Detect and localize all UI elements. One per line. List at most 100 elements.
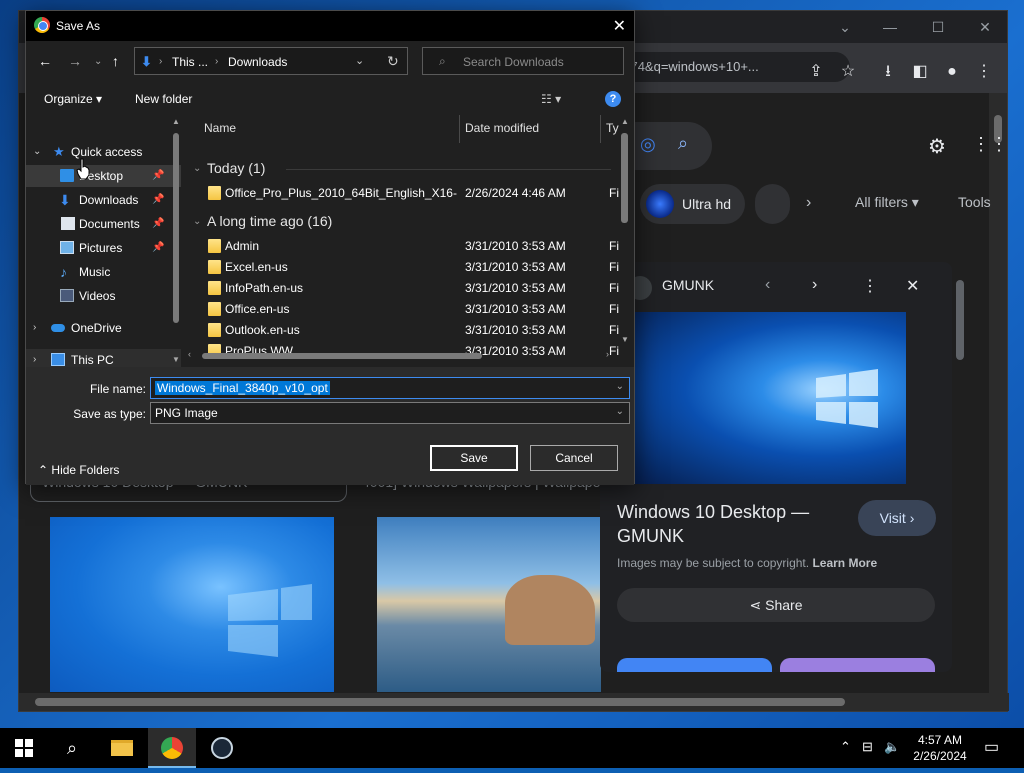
notifications-icon[interactable]: ▭ (984, 737, 999, 757)
close-panel-icon[interactable]: ✕ (906, 276, 919, 296)
ultra-hd-chip[interactable]: Ultra hd (640, 184, 745, 224)
close-window-button[interactable]: ✕ (974, 17, 996, 37)
tab-search-icon[interactable]: ⌄ (834, 17, 856, 37)
chrome-taskbar-button[interactable] (148, 728, 196, 768)
visit-button[interactable]: Visit › (858, 500, 936, 536)
next-image-icon[interactable]: › (812, 276, 817, 294)
nav-desktop[interactable]: Desktop 📌 (26, 165, 181, 187)
back-arrow-icon[interactable]: ← (38, 53, 52, 69)
scroll-down-icon[interactable]: ▼ (621, 335, 629, 344)
dialog-close-icon[interactable]: ✕ (613, 16, 626, 36)
file-row[interactable]: Office_Pro_Plus_2010_64Bit_English_X16-.… (204, 183, 624, 204)
column-separator[interactable] (600, 115, 601, 143)
help-icon[interactable]: ? (605, 91, 621, 107)
hide-folders-button[interactable]: ⌃ Hide Folders (38, 463, 119, 477)
save-as-type-select[interactable]: PNG Image ⌄ (150, 402, 630, 424)
share-icon[interactable]: ⇪ (804, 60, 828, 84)
related-thumb-1[interactable] (617, 658, 772, 672)
panel-scrollbar[interactable] (952, 262, 968, 672)
share-button[interactable]: ⋖ Share (617, 588, 935, 622)
nav-pane-scrollbar[interactable]: ▲ ▼ (169, 115, 183, 367)
breadcrumb-downloads[interactable]: Downloads (228, 55, 287, 69)
search-icon[interactable]: ⌕ (678, 133, 688, 154)
minimize-button[interactable]: — (879, 17, 901, 37)
file-list-horizontal-scrollbar[interactable]: ‹ › (186, 349, 618, 363)
group-long-ago[interactable]: ⌄ A long time ago (16) (193, 213, 332, 229)
view-options-icon[interactable]: ☷ ▾ (541, 92, 561, 106)
scroll-up-icon[interactable]: ▲ (172, 117, 180, 126)
page-vertical-scrollbar[interactable] (989, 93, 1007, 695)
column-type[interactable]: Ty (606, 121, 619, 135)
column-separator[interactable] (459, 115, 460, 143)
result-image-1[interactable] (50, 517, 334, 692)
preview-image[interactable] (628, 312, 906, 484)
file-row[interactable]: InfoPath.en-us 3/31/2010 3:53 AM Fi (204, 278, 624, 299)
network-icon[interactable]: ⊟ (862, 739, 873, 755)
forward-arrow-icon[interactable]: → (68, 53, 82, 69)
scrollbar-thumb[interactable] (202, 353, 482, 359)
scroll-down-icon[interactable]: ▼ (172, 355, 180, 364)
all-filters-button[interactable]: All filters ▾ (855, 194, 919, 211)
file-explorer-button[interactable] (98, 728, 146, 768)
nav-onedrive[interactable]: › OneDrive (26, 317, 181, 339)
file-row[interactable]: Office.en-us 3/31/2010 3:53 AM Fi (204, 299, 624, 320)
organize-button[interactable]: Organize ▾ (44, 92, 102, 106)
file-list-vertical-scrollbar[interactable]: ▲ ▼ (618, 115, 632, 347)
settings-gear-icon[interactable]: ⚙ (928, 134, 946, 159)
address-dropdown-icon[interactable]: ⌄ (355, 54, 364, 67)
bookmark-star-icon[interactable]: ☆ (836, 60, 860, 84)
menu-icon[interactable]: ⋮ (972, 60, 996, 84)
expand-chevron-icon[interactable]: › (33, 317, 36, 339)
file-row[interactable]: Outlook.en-us 3/31/2010 3:53 AM Fi (204, 320, 624, 341)
apps-grid-icon[interactable]: ⋮⋮ (972, 134, 1008, 155)
more-options-icon[interactable]: ⋮ (862, 276, 878, 296)
start-button[interactable] (0, 728, 48, 768)
save-button[interactable]: Save (430, 445, 518, 471)
column-name[interactable]: Name (204, 121, 236, 135)
related-thumb-2[interactable] (780, 658, 935, 672)
downloads-icon[interactable]: ⭳ (876, 60, 900, 84)
save-as-type-dropdown-icon[interactable]: ⌄ (616, 406, 624, 417)
breadcrumb-this-pc[interactable]: This ... (172, 55, 208, 69)
nav-music[interactable]: ♪ Music (26, 261, 181, 283)
nav-downloads[interactable]: ⬇ Downloads 📌 (26, 189, 181, 211)
preview-title[interactable]: Windows 10 Desktop — GMUNK (617, 500, 837, 548)
nav-documents[interactable]: Documents 📌 (26, 213, 181, 235)
chip-thumbnail-2[interactable] (755, 184, 790, 224)
result-image-2[interactable] (377, 517, 601, 692)
steam-taskbar-button[interactable] (198, 728, 246, 768)
chips-next-icon[interactable]: › (806, 194, 811, 212)
expand-chevron-icon[interactable]: ⌄ (33, 141, 41, 163)
address-breadcrumb[interactable]: ⬇ › This ... › Downloads ⌄ ↻ (134, 47, 408, 75)
new-folder-button[interactable]: New folder (135, 92, 192, 106)
cancel-button[interactable]: Cancel (530, 445, 618, 471)
nav-pictures[interactable]: Pictures 📌 (26, 237, 181, 259)
prev-image-icon[interactable]: ‹ (765, 276, 770, 294)
collapse-chevron-icon[interactable]: ⌄ (193, 216, 201, 227)
search-downloads-field[interactable]: ⌕ Search Downloads (422, 47, 624, 75)
scrollbar-thumb[interactable] (956, 280, 964, 360)
clock[interactable]: 4:57 AM 2/26/2024 (906, 732, 974, 764)
show-hidden-icons-icon[interactable]: ⌃ (840, 739, 851, 755)
learn-more-link[interactable]: Learn More (812, 556, 877, 570)
collapse-chevron-icon[interactable]: ⌄ (193, 163, 201, 174)
scrollbar-thumb[interactable] (621, 133, 628, 223)
file-row[interactable]: Excel.en-us 3/31/2010 3:53 AM Fi (204, 257, 624, 278)
lens-icon[interactable]: ◎ (640, 134, 656, 155)
scrollbar-thumb[interactable] (35, 698, 845, 706)
side-panel-icon[interactable]: ◧ (908, 60, 932, 84)
search-button[interactable]: ⌕ (48, 728, 96, 768)
profile-icon[interactable]: ● (940, 60, 964, 84)
file-name-dropdown-icon[interactable]: ⌄ (616, 381, 624, 392)
page-horizontal-scrollbar[interactable] (19, 693, 1009, 711)
scroll-right-icon[interactable]: › (606, 349, 609, 359)
group-today[interactable]: ⌄ Today (1) (193, 160, 265, 176)
column-date-modified[interactable]: Date modified (465, 121, 539, 135)
file-row[interactable]: Admin 3/31/2010 3:53 AM Fi (204, 236, 624, 257)
file-name-field[interactable]: Windows_Final_3840p_v10_opt ⌄ (150, 377, 630, 399)
nav-quick-access[interactable]: ⌄ ★ Quick access (26, 141, 181, 163)
scrollbar-thumb[interactable] (173, 133, 179, 323)
nav-videos[interactable]: Videos (26, 285, 181, 307)
refresh-icon[interactable]: ↻ (387, 53, 399, 70)
scroll-up-icon[interactable]: ▲ (621, 117, 629, 126)
